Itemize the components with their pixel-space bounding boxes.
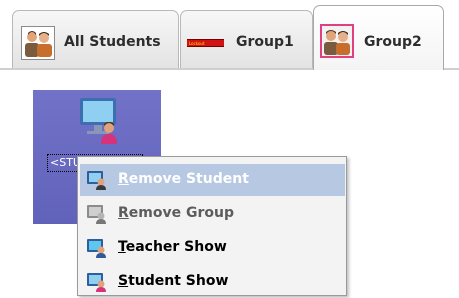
tab-all-students[interactable]: All Students bbox=[12, 10, 179, 68]
menu-item-label: Remove Group bbox=[118, 205, 234, 221]
students-group-icon bbox=[21, 26, 55, 60]
menu-item-label: Student Show bbox=[118, 273, 229, 289]
teacher-show-icon bbox=[86, 238, 108, 258]
menu-item-student-show[interactable]: Student Show bbox=[80, 266, 345, 298]
students-group-icon bbox=[320, 24, 354, 58]
student-computer-icon bbox=[77, 96, 121, 146]
lockout-banner-icon: Lockout bbox=[187, 39, 224, 47]
group-tab-bar: All Students Lockout Group1 Group2 bbox=[0, 0, 459, 70]
menu-item-remove-group[interactable]: Remove Group bbox=[80, 198, 345, 230]
group-content-area: <STUDEN Remove Student bbox=[0, 70, 459, 296]
tab-label: All Students bbox=[64, 34, 161, 50]
menu-item-teacher-show[interactable]: Teacher Show bbox=[80, 232, 345, 264]
menu-item-label: Teacher Show bbox=[118, 239, 227, 255]
tab-label: Group2 bbox=[364, 34, 422, 50]
remove-student-icon bbox=[86, 170, 108, 190]
tab-group2[interactable]: Group2 bbox=[313, 5, 444, 70]
tab-label: Group1 bbox=[236, 34, 294, 50]
menu-item-label: Remove Student bbox=[118, 171, 249, 187]
tab-group1[interactable]: Lockout Group1 bbox=[180, 10, 313, 68]
remove-group-icon bbox=[86, 204, 108, 224]
context-menu: Remove Student Remove Group Teacher Show… bbox=[77, 156, 347, 296]
menu-item-remove-student[interactable]: Remove Student bbox=[80, 164, 345, 196]
student-show-icon bbox=[86, 272, 108, 292]
